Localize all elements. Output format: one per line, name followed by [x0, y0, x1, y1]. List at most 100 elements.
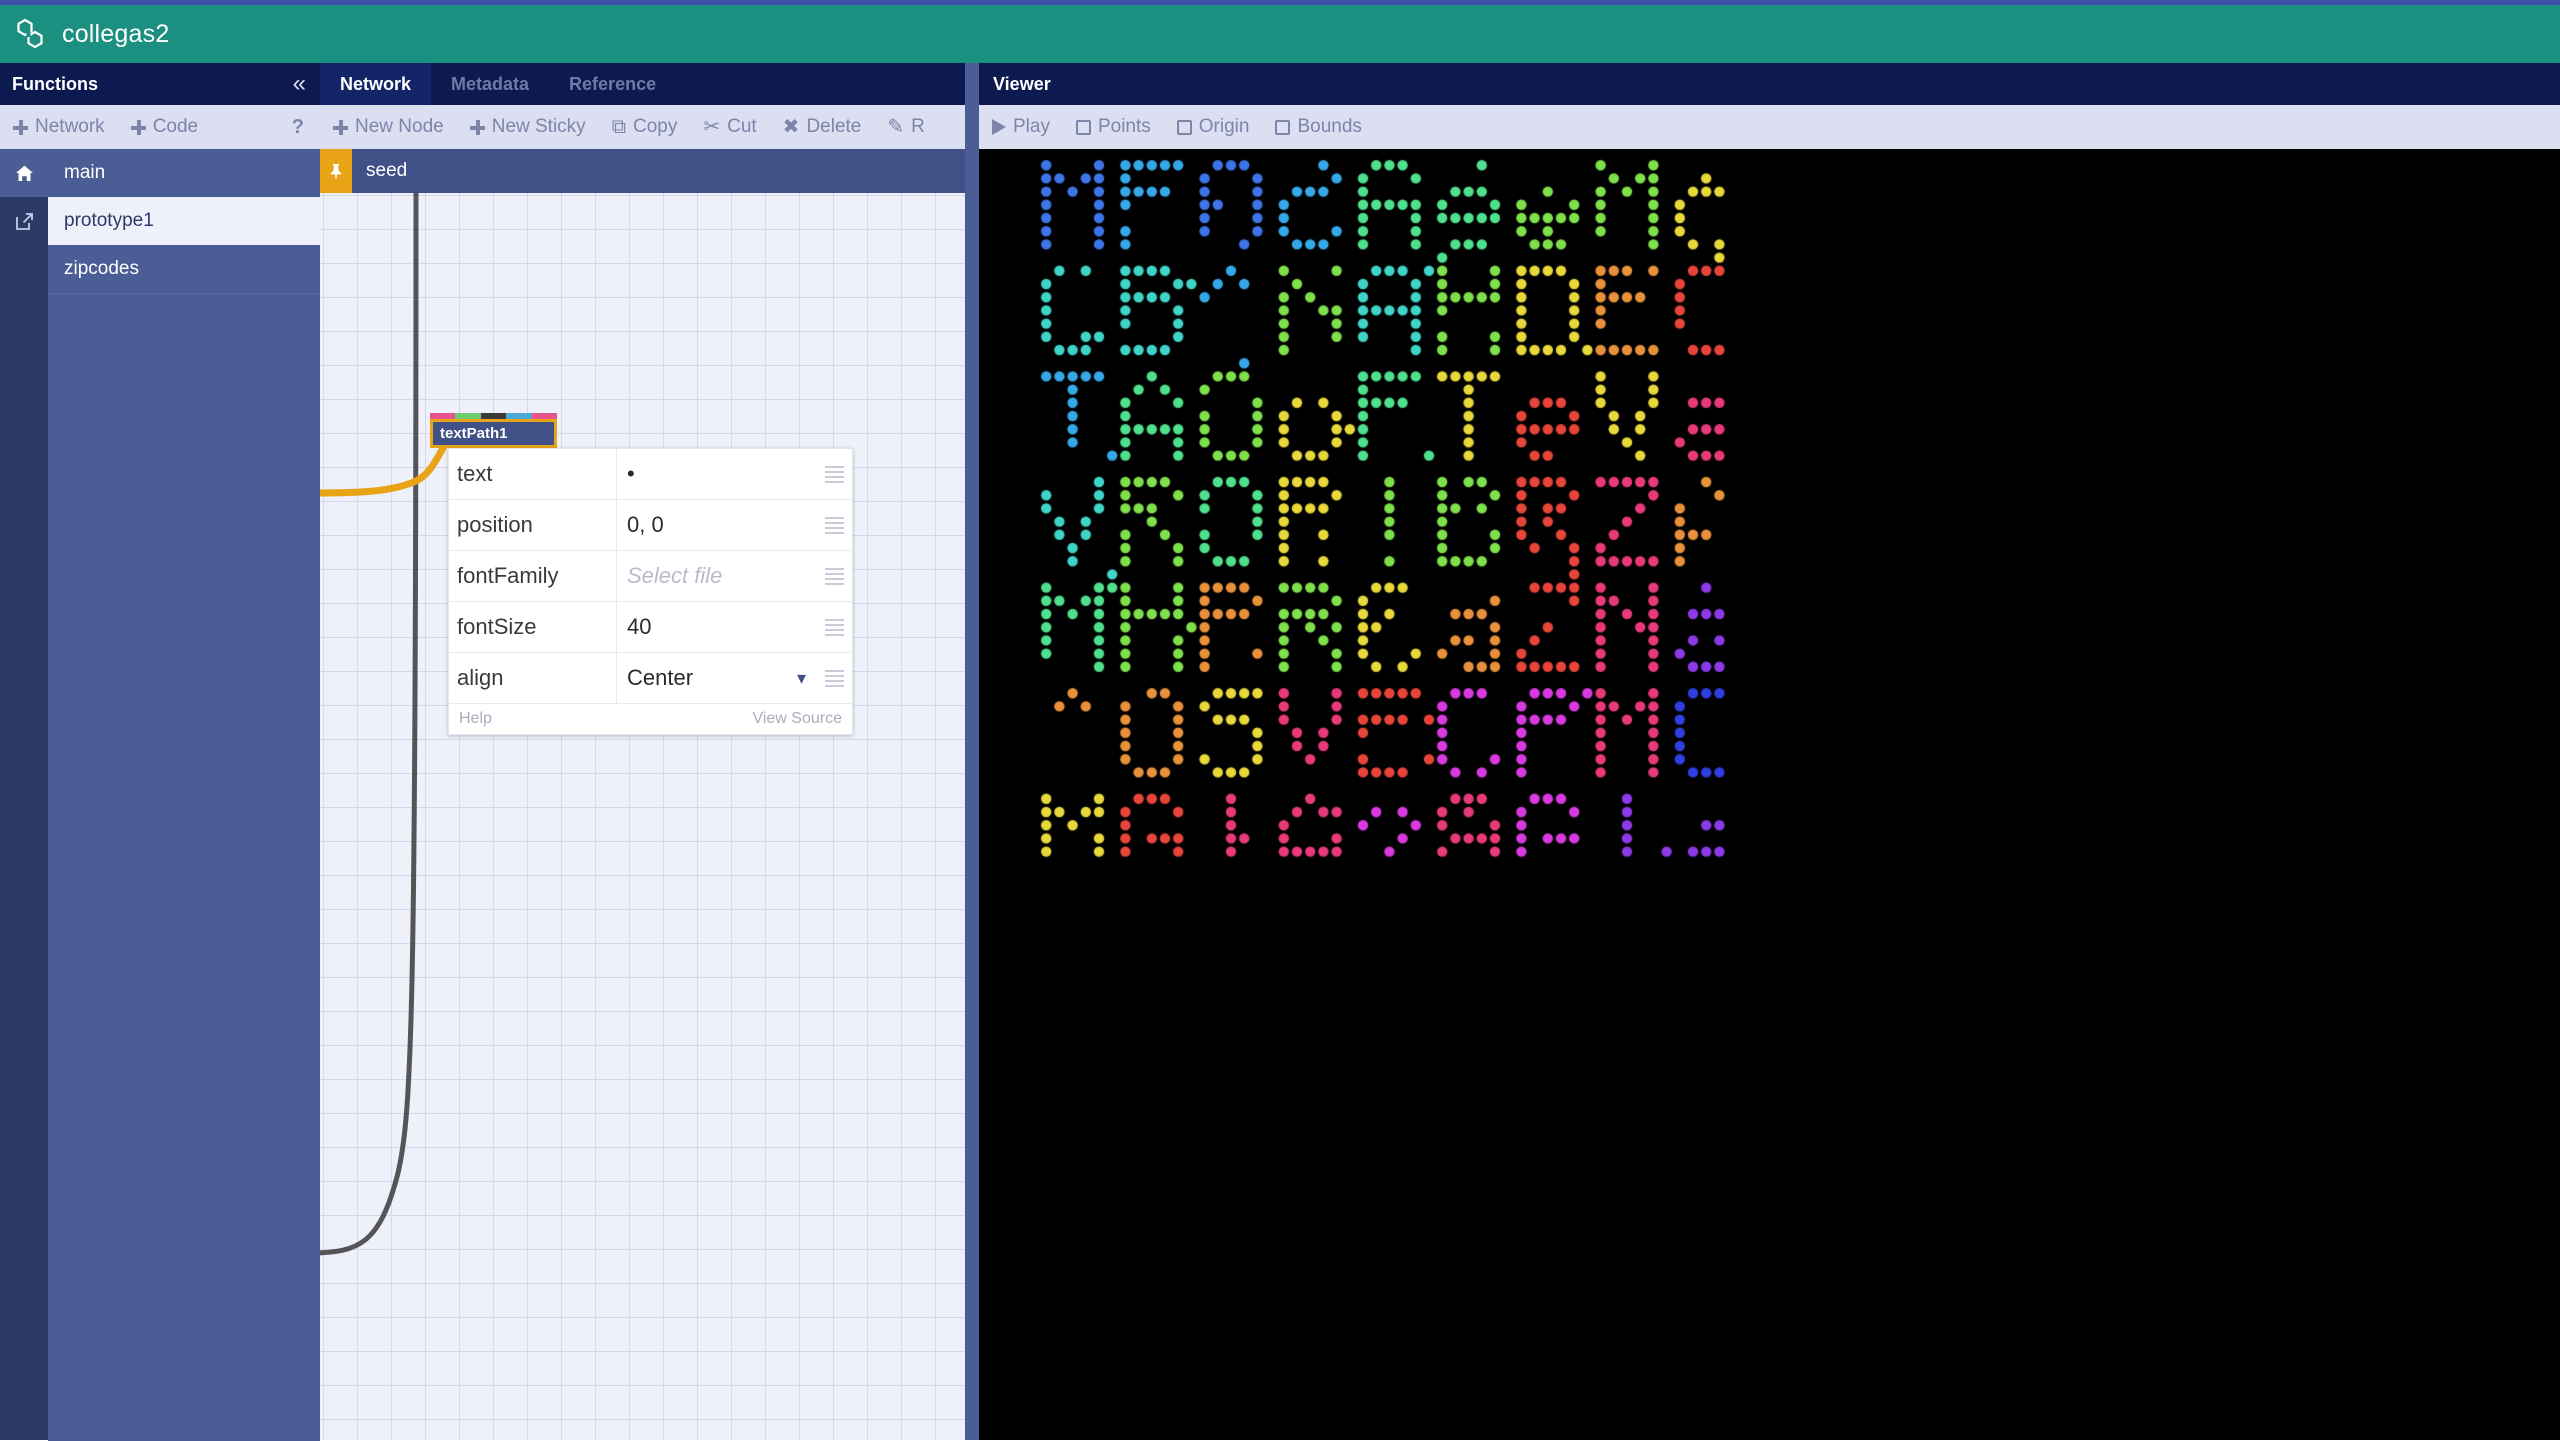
pin-icon[interactable]: [320, 149, 352, 193]
app-title: collegas2: [62, 19, 170, 48]
sidebar-item-main[interactable]: main: [48, 149, 320, 197]
property-value: Select file: [627, 563, 723, 588]
new-sticky-label: New Sticky: [491, 116, 586, 137]
drag-handle-icon[interactable]: [816, 449, 852, 499]
property-row-position: position 0, 0: [449, 500, 852, 551]
property-value: •: [627, 461, 635, 486]
drag-handle-icon[interactable]: [816, 602, 852, 652]
cut-button[interactable]: ✂ Cut: [690, 105, 769, 149]
viewer-stage[interactable]: [979, 149, 2560, 1440]
sidebar-item-zipcodes[interactable]: zipcodes: [48, 245, 320, 293]
origin-checkbox[interactable]: Origin: [1164, 105, 1263, 149]
property-value: 0, 0: [627, 512, 664, 537]
sidebar-item-label: main: [64, 162, 106, 183]
property-row-align: align Center ▾: [449, 653, 852, 704]
property-label: fontSize: [449, 602, 617, 652]
port-swatch-2: [455, 413, 481, 419]
network-breadcrumb-bar: seed: [320, 149, 965, 193]
new-node-button[interactable]: New Node: [320, 105, 457, 149]
network-panel-header: Network Metadata Reference: [320, 63, 965, 105]
plus-icon: [13, 119, 28, 135]
origin-label: Origin: [1198, 116, 1250, 137]
chevron-double-left-icon[interactable]: «: [293, 72, 320, 96]
align-select[interactable]: Center ▾: [617, 653, 816, 703]
property-row-text: text •: [449, 449, 852, 500]
bounds-checkbox[interactable]: Bounds: [1262, 105, 1374, 149]
panel-divider[interactable]: [965, 63, 979, 1440]
view-source-link[interactable]: View Source: [752, 710, 842, 728]
functions-toolbar: Network Code ?: [0, 105, 320, 149]
property-label: align: [449, 653, 617, 703]
new-sticky-button[interactable]: New Sticky: [457, 105, 599, 149]
property-value: Center: [627, 665, 694, 690]
current-network-name: seed: [366, 160, 408, 181]
home-icon[interactable]: [0, 149, 48, 197]
tab-network-label: Network: [340, 73, 412, 94]
scissors-icon: ✂: [703, 116, 721, 138]
play-button[interactable]: Play: [979, 105, 1063, 149]
tab-reference[interactable]: Reference: [549, 63, 676, 105]
cut-label: Cut: [727, 116, 757, 137]
external-link-icon[interactable]: [0, 197, 48, 245]
node-body[interactable]: textPath1: [430, 419, 557, 448]
help-button[interactable]: ?: [279, 105, 320, 149]
plus-icon: [333, 119, 348, 135]
checkbox-icon: [1275, 119, 1291, 135]
new-node-label: New Node: [355, 116, 444, 137]
copy-label: Copy: [632, 116, 678, 137]
network-canvas[interactable]: textPath1 text • position 0, 0 fontFamil…: [320, 193, 965, 1440]
close-x-icon: ✖: [782, 116, 800, 138]
functions-list-empty-area: [48, 294, 320, 1441]
fontfamily-field[interactable]: Select file: [617, 551, 816, 601]
viewer-panel-title: Viewer: [993, 73, 1051, 94]
points-label: Points: [1097, 116, 1151, 137]
property-label: position: [449, 500, 617, 550]
position-field[interactable]: 0, 0: [617, 500, 816, 550]
edit-pencil-icon: ✎: [887, 116, 905, 138]
copy-button[interactable]: ⧉ Copy: [599, 105, 691, 149]
play-label: Play: [1013, 116, 1050, 137]
nodebox-logo-icon: [0, 17, 62, 51]
rename-button[interactable]: ✎ R: [874, 105, 938, 149]
node-textpath1[interactable]: textPath1: [430, 413, 558, 448]
port-swatch-5: [531, 413, 558, 419]
checkbox-icon: [1176, 119, 1192, 135]
help-link[interactable]: Help: [459, 710, 492, 728]
node-properties-popup: text • position 0, 0 fontFamily Select f…: [448, 448, 853, 735]
viewer-render-canvas: [979, 149, 2560, 1440]
tab-network[interactable]: Network: [320, 63, 432, 105]
functions-icon-rail: [0, 149, 48, 1440]
bounds-label: Bounds: [1297, 116, 1362, 137]
functions-list: main prototype1 zipcodes: [48, 149, 320, 1441]
drag-handle-icon[interactable]: [816, 500, 852, 550]
add-network-button[interactable]: Network: [0, 105, 118, 149]
sidebar-item-label: prototype1: [64, 210, 154, 231]
add-network-label: Network: [35, 116, 105, 137]
tab-metadata[interactable]: Metadata: [431, 63, 549, 105]
functions-panel-title: Functions: [12, 73, 98, 94]
property-value: 40: [627, 614, 652, 639]
add-code-button[interactable]: Code: [118, 105, 211, 149]
delete-button[interactable]: ✖ Delete: [770, 105, 875, 149]
delete-label: Delete: [806, 116, 862, 137]
points-checkbox[interactable]: Points: [1063, 105, 1164, 149]
port-swatch-4: [506, 413, 532, 419]
drag-handle-icon[interactable]: [816, 551, 852, 601]
plus-icon: [469, 119, 485, 135]
network-tabs: Network Metadata Reference: [320, 63, 676, 105]
sidebar-item-label: zipcodes: [64, 258, 139, 279]
drag-handle-icon[interactable]: [816, 653, 852, 703]
fontsize-field[interactable]: 40: [617, 602, 816, 652]
sidebar-item-prototype1[interactable]: prototype1: [48, 197, 320, 245]
functions-panel: Functions « Network Code ? main prototyp…: [0, 63, 320, 1441]
text-field[interactable]: •: [617, 449, 816, 499]
functions-panel-header: Functions «: [0, 63, 320, 105]
property-label: text: [449, 449, 617, 499]
help-label: ?: [291, 115, 304, 138]
node-port-swatches: [430, 413, 558, 419]
port-swatch-3: [480, 413, 507, 419]
property-row-fontfamily: fontFamily Select file: [449, 551, 852, 602]
node-label: textPath1: [440, 425, 508, 442]
connection-wires: [320, 193, 449, 1256]
port-swatch-1: [430, 413, 456, 419]
